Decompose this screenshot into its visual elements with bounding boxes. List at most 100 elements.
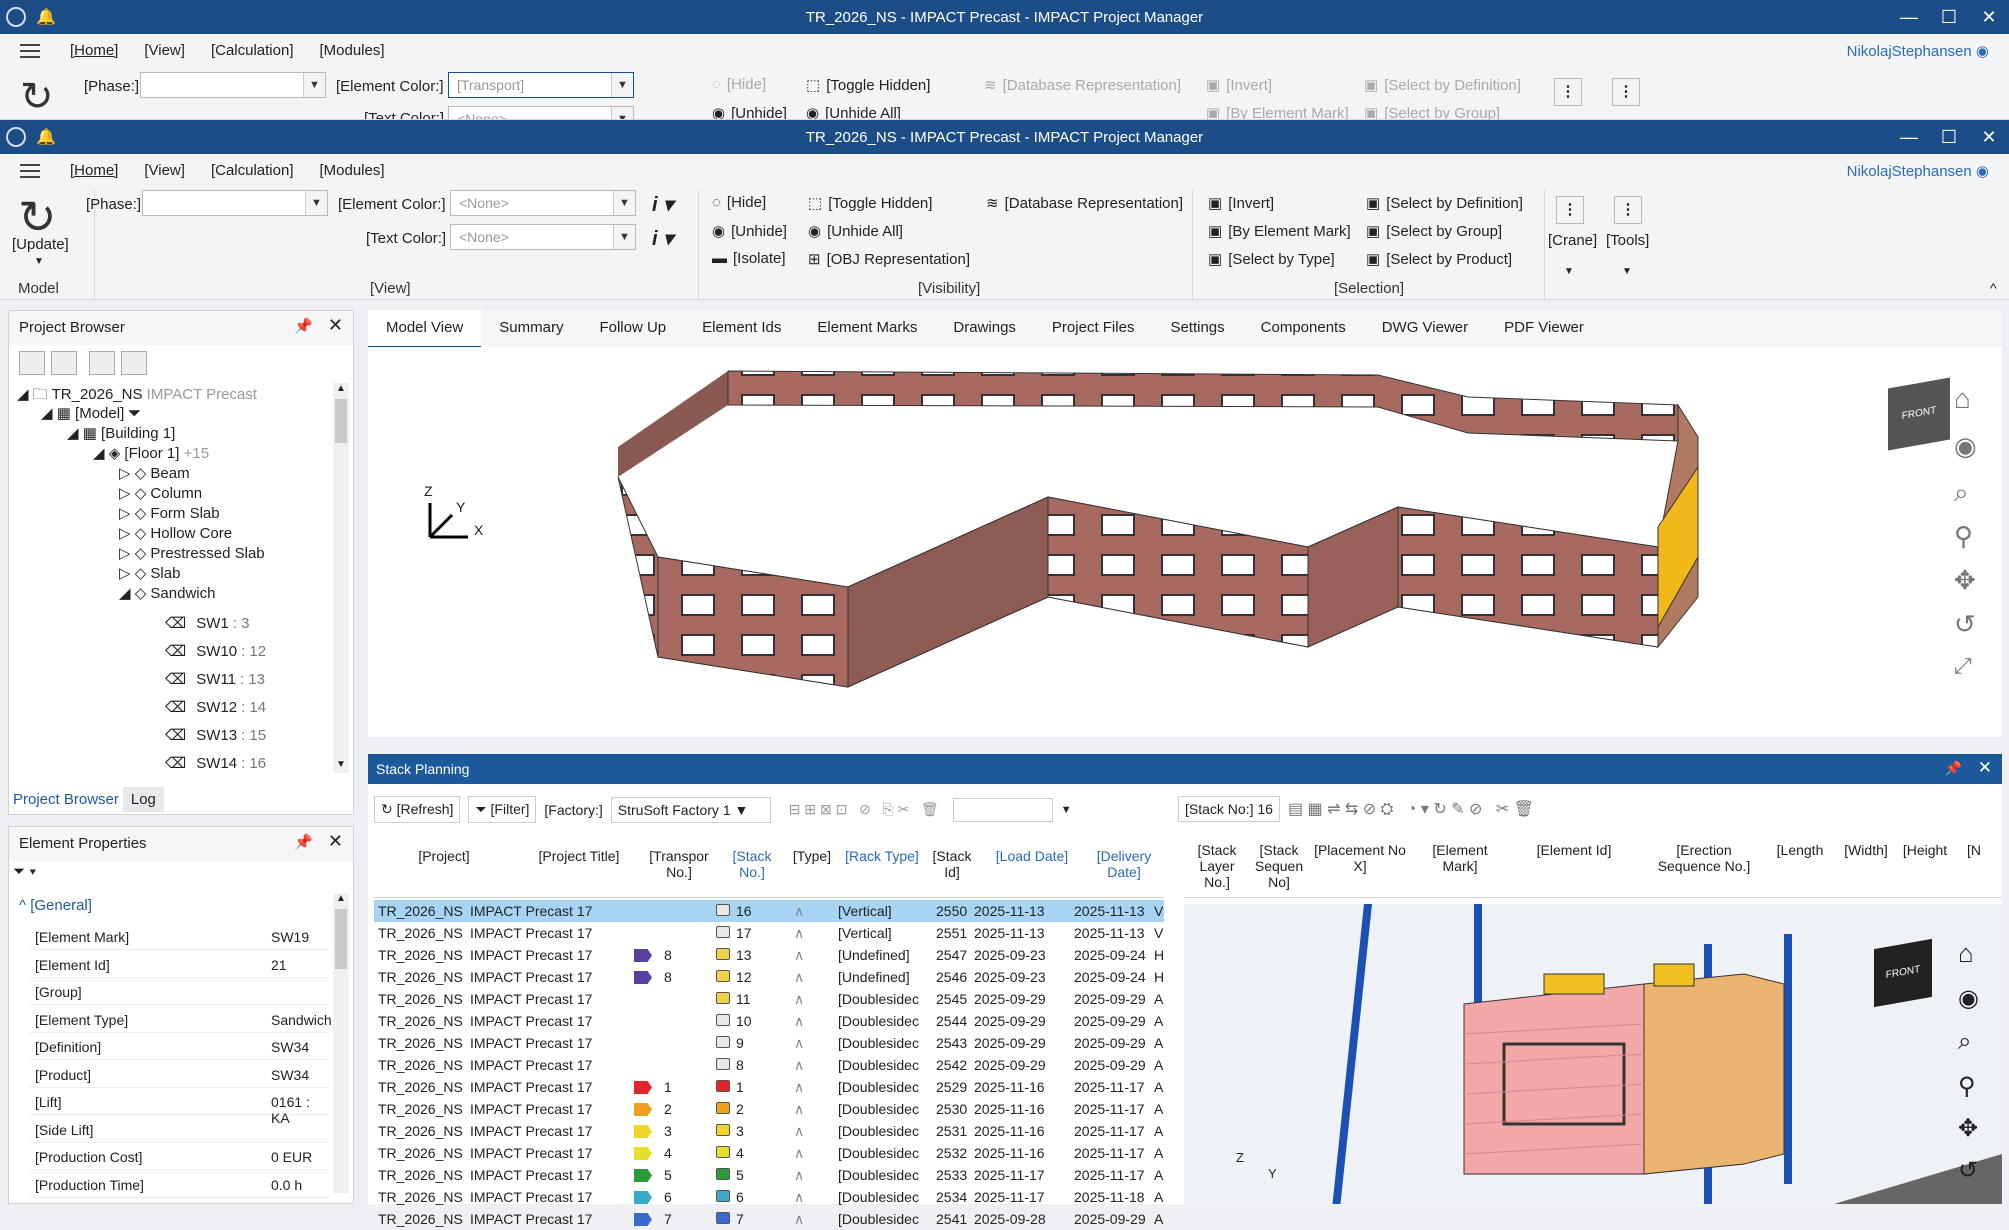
hide-button[interactable]: ◌ [Hide] — [712, 76, 766, 93]
tab-drawings[interactable]: Drawings — [935, 310, 1034, 348]
obj-representation-button[interactable]: ⊞ [OBJ Representation] — [808, 250, 970, 269]
close-icon[interactable]: ✕ — [328, 315, 343, 336]
tree-item[interactable]: ⌫ SW1: 3 — [165, 614, 249, 632]
detail-toolbar-icons[interactable]: ▤ ▦ ⇌ ⇆ ⊘ ⛭ ◔ ▾ ↻ ✎ ⊘ ✂ 🗑 — [1288, 799, 1534, 819]
crane-menu-icon[interactable]: ⋮ — [1556, 196, 1584, 224]
menu-icon[interactable] — [20, 164, 40, 180]
table-row[interactable]: TR_2026_NS IMPACT Precast 17 3 3 ∧ [Doublesid… — [374, 1120, 1164, 1142]
user-name[interactable]: NikolajStephansen ◉ — [1847, 162, 1989, 180]
tree-type-column[interactable]: ▷ ◇ Column — [119, 484, 202, 502]
camera-icon[interactable] — [89, 351, 115, 375]
close-icon[interactable]: ✕ — [1978, 758, 1992, 778]
unhide-button[interactable]: ◉ [Unhide] — [712, 222, 787, 241]
table-row[interactable]: TR_2026_NS IMPACT Precast 17 10 ∧ [Doublesid… — [374, 1010, 1164, 1032]
column-header[interactable]: [Project Title] — [514, 848, 644, 864]
phase-combo[interactable]: ▼ — [142, 190, 328, 216]
table-row[interactable]: TR_2026_NS IMPACT Precast 17 6 6 ∧ [Doublesid… — [374, 1186, 1164, 1208]
view-cube[interactable]: FRONT — [1874, 938, 1932, 1008]
table-row[interactable]: TR_2026_NS IMPACT Precast 17 5 5 ∧ [Doublesid… — [374, 1164, 1164, 1186]
grid-icon[interactable] — [121, 351, 147, 375]
column-header[interactable]: [Element Id] — [1514, 842, 1634, 896]
table-row[interactable]: TR_2026_NS IMPACT Precast 17 17 ∧ [Vertical]… — [374, 922, 1164, 944]
view-cube[interactable]: FRONT — [1888, 377, 1950, 451]
select-by-definition-button[interactable]: ▣ [Select by Definition] — [1364, 76, 1521, 95]
select-by-group-button[interactable]: ▣ [Select by Group] — [1366, 222, 1502, 241]
column-header[interactable]: [N — [1954, 842, 1994, 896]
zoom-window-icon[interactable]: ⌕ — [1958, 1028, 1971, 1056]
chevron-down-icon[interactable]: ▼ — [1564, 266, 1574, 277]
home-icon[interactable]: ⌂ — [1954, 383, 1971, 415]
database-representation-button[interactable]: ≋ [Database Representation] — [986, 194, 1183, 213]
by-element-mark-button[interactable]: ▣ [By Element Mark] — [1208, 222, 1351, 241]
stack-no-field[interactable]: [Stack No:] 16 — [1178, 796, 1280, 822]
table-row[interactable]: TR_2026_NS IMPACT Precast 17 16 ∧ [Vertical]… — [374, 900, 1164, 922]
database-rep-button[interactable]: ≋ [Database Representation] — [984, 76, 1181, 95]
table-row[interactable]: TR_2026_NSIMPACT Precast 1711∧[Doublesid… — [374, 988, 1164, 1010]
crane-button[interactable]: ⋮ — [1554, 78, 1582, 106]
zoom-icon[interactable]: ⚲ — [1954, 521, 1973, 552]
property-row[interactable]: [Group] — [29, 978, 329, 1005]
isolate-button[interactable]: ▬ [Isolate] — [712, 250, 786, 267]
table-row[interactable]: TR_2026_NS IMPACT Precast 17 8 13 ∧ [Undefine… — [374, 944, 1164, 966]
chevron-down-icon[interactable]: ▼ — [1622, 266, 1632, 277]
menu-tab-calculation[interactable]: [Calculation] — [211, 162, 294, 179]
property-row[interactable]: [Element Type] Sandwich — [29, 1006, 332, 1033]
column-header[interactable]: [Width] — [1838, 842, 1894, 896]
menu-tab-view[interactable]: [View] — [144, 162, 185, 179]
update-button[interactable]: [Update] — [12, 236, 69, 253]
column-header[interactable]: [Height — [1900, 842, 1950, 896]
column-header[interactable]: [Stack No.] — [724, 848, 780, 880]
close-button[interactable]: ✕ — [1969, 0, 2009, 34]
column-header[interactable]: [Rack Type] — [844, 848, 920, 864]
zoom-window-icon[interactable]: ⌕ — [1954, 477, 1969, 509]
tree-item[interactable]: ⌫ SW12: 14 — [165, 698, 266, 716]
tree-item[interactable]: ⌫ SW13: 15 — [165, 726, 266, 744]
model-viewport[interactable]: Z Y X FRONT ⌂ ◉ ⌕ ⚲ ✥ ↺ ⤢ — [368, 347, 2002, 737]
menu-tab-home[interactable]: [Home] — [70, 162, 118, 179]
select-by-definition-button[interactable]: ▣ [Select by Definition] — [1366, 194, 1523, 213]
filter-button[interactable]: ⏷ [Filter] — [468, 796, 537, 823]
select-by-product-button[interactable]: ▣ [Select by Product] — [1366, 250, 1512, 269]
filter-icon[interactable]: ⏷ ▾ — [13, 863, 37, 880]
toggle-hidden-button[interactable]: ⬚ [Toggle Hidden] — [806, 76, 930, 95]
tab-settings[interactable]: Settings — [1152, 310, 1242, 348]
toolbar-combo[interactable] — [952, 797, 1053, 822]
user-name[interactable]: NikolajStephansen ◉ — [1847, 42, 1989, 60]
pin-icon[interactable]: 📌 — [1945, 760, 1962, 777]
column-header[interactable]: [Delivery Date] — [1084, 848, 1164, 880]
tree-floor[interactable]: ◢ ◈ [Floor 1] +15 — [93, 444, 209, 462]
hide-button[interactable]: ◌ [Hide] — [712, 194, 766, 211]
scrollbar[interactable]: ▲ ▼ — [333, 383, 349, 773]
refresh-icon[interactable]: ↻ — [20, 74, 54, 119]
tree-item[interactable]: ⌫ SW10: 12 — [165, 642, 266, 660]
scrollbar[interactable]: ▲ — [333, 893, 349, 1193]
maximize-button[interactable]: ☐ — [1929, 120, 1969, 154]
home-icon[interactable]: ⌂ — [1958, 938, 1974, 969]
property-row[interactable]: [Definition] SW34 — [29, 1033, 329, 1060]
minimize-button[interactable]: — — [1889, 0, 1929, 34]
info-icon[interactable]: i ▾ — [652, 192, 673, 217]
tree-type-sandwich[interactable]: ◢ ◇ Sandwich — [119, 584, 215, 602]
menu-tab-view[interactable]: [View] — [144, 42, 185, 59]
pin-icon[interactable]: 📌 — [294, 833, 313, 851]
table-row[interactable]: TR_2026_NS IMPACT Precast 17 8 12 ∧ [Undefine… — [374, 966, 1164, 988]
element-color-combo[interactable]: [Transport] ▼ — [448, 72, 634, 98]
by-element-mark-button[interactable]: ▣ [By Element Mark] — [1206, 104, 1349, 120]
tab-pdf-viewer[interactable]: PDF Viewer — [1486, 310, 1602, 348]
column-header[interactable]: [Element Mark] — [1414, 842, 1506, 896]
tab-element-ids[interactable]: Element Ids — [684, 310, 799, 348]
orbit-icon[interactable]: ◉ — [1954, 431, 1977, 462]
tree-model[interactable]: ◢ ▦ [Model] ⏷ — [41, 404, 140, 422]
column-header[interactable]: [Stack Id] — [924, 848, 980, 880]
minimize-button[interactable]: — — [1889, 120, 1929, 154]
tab-dwg-viewer[interactable]: DWG Viewer — [1364, 310, 1486, 348]
toggle-hidden-button[interactable]: ⬚ [Toggle Hidden] — [808, 194, 932, 213]
table-row[interactable]: TR_2026_NS IMPACT Precast 17 9 ∧ [Doubleside… — [374, 1032, 1164, 1054]
tab-summary[interactable]: Summary — [481, 310, 581, 348]
chevron-down-icon[interactable]: ▼ — [1061, 804, 1072, 816]
tree-type-beam[interactable]: ▷ ◇ Beam — [119, 464, 190, 482]
column-header[interactable]: [Length — [1770, 842, 1830, 896]
tools-button[interactable]: ⋮ — [1612, 78, 1640, 106]
table-row[interactable]: TR_2026_NS IMPACT Precast 17 4 4 ∧ [Doublesid… — [374, 1142, 1164, 1164]
property-row[interactable]: [Element Id] 21 — [29, 951, 329, 978]
